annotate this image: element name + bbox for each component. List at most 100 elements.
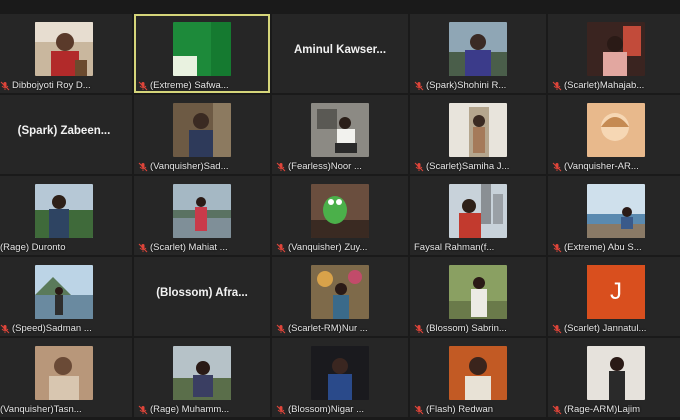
- video-feed: [311, 184, 369, 238]
- participant-label: (Fearless)Noor ...: [276, 161, 404, 172]
- participant-name: (Extreme) Abu S...: [564, 242, 642, 253]
- participant-label: (Rage) Duronto: [0, 242, 128, 253]
- participant-label: (Vanquisher-AR...: [552, 161, 680, 172]
- video-feed: [311, 103, 369, 157]
- participant-name: (Blossom) Sabrin...: [426, 323, 507, 334]
- mic-muted-icon: [552, 324, 562, 334]
- participant-label: (Extreme) Abu S...: [552, 242, 680, 253]
- participant-label: Dibbojyoti Roy D...: [0, 80, 128, 91]
- mic-muted-icon: [276, 243, 286, 253]
- participant-tile[interactable]: (Vanquisher) Zuy...: [272, 176, 408, 255]
- participant-tile[interactable]: (Spark) Zabeen...: [0, 95, 132, 174]
- mic-muted-icon: [138, 243, 148, 253]
- participant-label: (Blossom) Sabrin...: [414, 323, 542, 334]
- participant-label: (Scarlet-RM)Nur ...: [276, 323, 404, 334]
- participant-label: (Speed)Sadman ...: [0, 323, 128, 334]
- participant-tile[interactable]: (Blossom)Nigar ...: [272, 338, 408, 417]
- participant-name: (Spark)Shohini R...: [426, 80, 507, 91]
- participant-tile[interactable]: (Vanquisher-AR...: [548, 95, 680, 174]
- participant-name: Faysal Rahman(f...: [414, 242, 495, 253]
- participant-name: (Scarlet) Mahiat ...: [150, 242, 228, 253]
- participant-name: (Vanquisher)Tasn...: [0, 404, 82, 415]
- mic-muted-icon: [552, 405, 562, 415]
- video-feed: [449, 184, 507, 238]
- mic-muted-icon: [138, 162, 148, 172]
- video-feed: [587, 22, 645, 76]
- mic-muted-icon: [0, 324, 10, 334]
- video-feed: [449, 265, 507, 319]
- video-feed: [449, 346, 507, 400]
- participant-name: (Extreme) Safwa...: [150, 80, 229, 91]
- participant-label: (Extreme) Safwa...: [138, 80, 266, 91]
- participant-label: (Vanquisher) Zuy...: [276, 242, 404, 253]
- participant-tile[interactable]: Aminul Kawser...: [272, 14, 408, 93]
- participant-tile[interactable]: (Extreme) Safwa...: [134, 14, 270, 93]
- video-feed: [587, 184, 645, 238]
- participant-tile[interactable]: Dibbojyoti Roy D...: [0, 14, 132, 93]
- avatar: J: [587, 265, 645, 319]
- participant-tile[interactable]: Faysal Rahman(f...: [410, 176, 546, 255]
- video-feed: [311, 265, 369, 319]
- mic-muted-icon: [552, 81, 562, 91]
- video-feed: [173, 22, 231, 76]
- participant-name: (Vanquisher-AR...: [564, 161, 639, 172]
- video-feed: [449, 22, 507, 76]
- participant-tile[interactable]: (Spark)Shohini R...: [410, 14, 546, 93]
- participant-name: (Scarlet) Jannatul...: [564, 323, 647, 334]
- participant-name: (Vanquisher)Sad...: [150, 161, 229, 172]
- video-feed: [587, 346, 645, 400]
- participant-label: (Flash) Redwan: [414, 404, 542, 415]
- participant-name: (Blossom) Afra...: [156, 287, 248, 299]
- participant-name: (Blossom)Nigar ...: [288, 404, 365, 415]
- video-feed: [35, 265, 93, 319]
- mic-muted-icon: [138, 405, 148, 415]
- participant-name: Dibbojyoti Roy D...: [12, 80, 91, 91]
- mic-muted-icon: [552, 162, 562, 172]
- mic-muted-icon: [414, 324, 424, 334]
- participant-label: (Rage) Muhamm...: [138, 404, 266, 415]
- participant-tile[interactable]: (Vanquisher)Sad...: [134, 95, 270, 174]
- participant-label: (Vanquisher)Tasn...: [0, 404, 128, 415]
- participant-tile[interactable]: (Scarlet) Mahiat ...: [134, 176, 270, 255]
- participant-tile[interactable]: (Blossom) Afra...: [134, 257, 270, 336]
- participant-label: (Scarlet)Samiha J...: [414, 161, 542, 172]
- participant-name: (Vanquisher) Zuy...: [288, 242, 368, 253]
- mic-muted-icon: [414, 162, 424, 172]
- participant-tile[interactable]: (Scarlet)Mahajab...: [548, 14, 680, 93]
- mic-muted-icon: [0, 81, 10, 91]
- mic-muted-icon: [138, 81, 148, 91]
- participant-tile[interactable]: (Vanquisher)Tasn...: [0, 338, 132, 417]
- participant-label: (Blossom)Nigar ...: [276, 404, 404, 415]
- participant-tile[interactable]: (Rage) Duronto: [0, 176, 132, 255]
- video-feed: [35, 22, 93, 76]
- video-feed: [311, 346, 369, 400]
- participant-name: (Scarlet)Samiha J...: [426, 161, 510, 172]
- participant-name: (Rage) Muhamm...: [150, 404, 230, 415]
- participant-tile[interactable]: (Rage) Muhamm...: [134, 338, 270, 417]
- participant-tile[interactable]: (Flash) Redwan: [410, 338, 546, 417]
- participant-tile[interactable]: (Scarlet)Samiha J...: [410, 95, 546, 174]
- participant-label: (Spark)Shohini R...: [414, 80, 542, 91]
- participant-label: (Scarlet)Mahajab...: [552, 80, 680, 91]
- participant-tile[interactable]: (Speed)Sadman ...: [0, 257, 132, 336]
- mic-muted-icon: [552, 243, 562, 253]
- participant-label: Faysal Rahman(f...: [414, 242, 542, 253]
- participant-name: (Rage-ARM)Lajim: [564, 404, 641, 415]
- mic-muted-icon: [414, 81, 424, 91]
- participant-label: (Vanquisher)Sad...: [138, 161, 266, 172]
- participant-name: (Speed)Sadman ...: [12, 323, 92, 334]
- gallery-grid: Dibbojyoti Roy D... (Extreme) Safwa... Ami…: [0, 14, 680, 420]
- participant-tile[interactable]: (Rage-ARM)Lajim: [548, 338, 680, 417]
- participant-name: (Rage) Duronto: [0, 242, 66, 253]
- participant-tile[interactable]: J (Scarlet) Jannatul...: [548, 257, 680, 336]
- participant-tile[interactable]: (Extreme) Abu S...: [548, 176, 680, 255]
- mic-muted-icon: [276, 324, 286, 334]
- participant-tile[interactable]: (Scarlet-RM)Nur ...: [272, 257, 408, 336]
- participant-label: (Scarlet) Mahiat ...: [138, 242, 266, 253]
- participant-tile[interactable]: (Fearless)Noor ...: [272, 95, 408, 174]
- participant-tile[interactable]: (Blossom) Sabrin...: [410, 257, 546, 336]
- video-feed: [587, 103, 645, 157]
- mic-muted-icon: [414, 405, 424, 415]
- mic-muted-icon: [276, 405, 286, 415]
- participant-name: (Fearless)Noor ...: [288, 161, 362, 172]
